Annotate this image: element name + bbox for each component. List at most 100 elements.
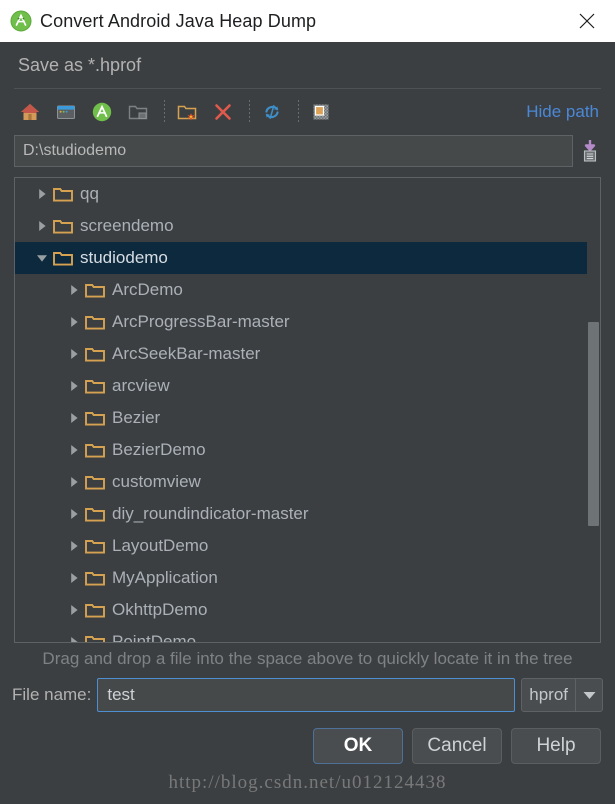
tree-row-label: LayoutDemo bbox=[112, 536, 209, 555]
tree-row[interactable]: OkhttpDemo bbox=[15, 594, 587, 626]
triangle-right-icon[interactable] bbox=[31, 220, 53, 232]
tree-row[interactable]: diy_roundindicator-master bbox=[15, 498, 587, 530]
path-input[interactable]: D:\studiodemo bbox=[14, 135, 573, 167]
tree-row[interactable]: LayoutDemo bbox=[15, 530, 587, 562]
directory-tree[interactable]: qq screendemo studiodemo ArcDemo ArcProgress… bbox=[14, 177, 601, 643]
folder-up-icon bbox=[127, 101, 149, 123]
folder-icon bbox=[85, 346, 105, 362]
tree-row-label: ArcSeekBar-master bbox=[112, 344, 261, 363]
triangle-down-icon[interactable] bbox=[31, 252, 53, 264]
delete-x-icon bbox=[212, 101, 234, 123]
tree-row-label: qq bbox=[80, 184, 99, 203]
folder-icon bbox=[85, 538, 105, 554]
path-row: D:\studiodemo bbox=[0, 135, 615, 167]
tree-rows: qq screendemo studiodemo ArcDemo ArcProgress… bbox=[15, 178, 587, 642]
toolbar-separator bbox=[249, 100, 250, 124]
tree-row-label: ArcDemo bbox=[112, 280, 183, 299]
tree-row-label: studiodemo bbox=[80, 248, 168, 267]
cancel-button[interactable]: Cancel bbox=[412, 728, 502, 764]
tree-row[interactable]: screendemo bbox=[15, 210, 587, 242]
tree-row-label: ArcProgressBar-master bbox=[112, 312, 290, 331]
toolbar-separator bbox=[164, 100, 165, 124]
folder-icon bbox=[85, 314, 105, 330]
tree-scrollbar-thumb[interactable] bbox=[588, 321, 599, 526]
tree-row-label: OkhttpDemo bbox=[112, 600, 208, 619]
triangle-right-icon[interactable] bbox=[63, 508, 85, 520]
tree-row[interactable]: Bezier bbox=[15, 402, 587, 434]
extension-value: hprof bbox=[529, 685, 568, 704]
folder-icon bbox=[53, 250, 73, 266]
triangle-right-icon[interactable] bbox=[63, 540, 85, 552]
hidden-files-button[interactable] bbox=[305, 96, 337, 128]
file-name-row: File name: test hprof bbox=[0, 677, 615, 713]
delete-button[interactable] bbox=[207, 96, 239, 128]
folder-icon bbox=[85, 378, 105, 394]
tree-row-label: diy_roundindicator-master bbox=[112, 504, 309, 523]
show-hidden-icon bbox=[310, 101, 332, 123]
triangle-right-icon[interactable] bbox=[63, 412, 85, 424]
folder-icon bbox=[85, 570, 105, 586]
tree-row[interactable]: ArcSeekBar-master bbox=[15, 338, 587, 370]
android-studio-icon bbox=[91, 101, 113, 123]
folder-icon bbox=[85, 506, 105, 522]
home-button[interactable] bbox=[14, 96, 46, 128]
chevron-down-icon[interactable] bbox=[576, 691, 602, 700]
triangle-right-icon[interactable] bbox=[63, 444, 85, 456]
triangle-right-icon[interactable] bbox=[63, 284, 85, 296]
folder-icon bbox=[85, 410, 105, 426]
triangle-right-icon[interactable] bbox=[63, 572, 85, 584]
folder-icon bbox=[53, 186, 73, 202]
tree-row[interactable]: arcview bbox=[15, 370, 587, 402]
title-bar: Convert Android Java Heap Dump bbox=[0, 0, 615, 42]
desktop-icon bbox=[55, 101, 77, 123]
triangle-right-icon[interactable] bbox=[63, 476, 85, 488]
tree-row-label: screendemo bbox=[80, 216, 174, 235]
triangle-right-icon[interactable] bbox=[63, 348, 85, 360]
tree-row-label: customview bbox=[112, 472, 201, 491]
toolbar-separator bbox=[298, 100, 299, 124]
folder-icon bbox=[53, 218, 73, 234]
tree-row-label: arcview bbox=[112, 376, 170, 395]
tree-row[interactable]: studiodemo bbox=[15, 242, 587, 274]
dialog-button-row: OK Cancel Help bbox=[0, 728, 615, 764]
file-chooser-dialog: Save as *.hprof Hide path D:\studiodemo … bbox=[0, 42, 615, 804]
folder-icon bbox=[85, 282, 105, 298]
tree-row[interactable]: BezierDemo bbox=[15, 434, 587, 466]
refresh-button[interactable] bbox=[256, 96, 288, 128]
home-icon bbox=[19, 101, 41, 123]
file-name-label: File name: bbox=[12, 685, 92, 704]
folder-icon bbox=[85, 602, 105, 618]
ok-button[interactable]: OK bbox=[313, 728, 403, 764]
triangle-right-icon[interactable] bbox=[31, 188, 53, 200]
tree-row[interactable]: customview bbox=[15, 466, 587, 498]
new-folder-button[interactable] bbox=[171, 96, 203, 128]
refresh-icon bbox=[261, 101, 283, 123]
folder-icon bbox=[85, 474, 105, 490]
dialog-subheader: Save as *.hprof bbox=[18, 54, 142, 75]
project-button[interactable] bbox=[86, 96, 118, 128]
tree-row[interactable]: ArcDemo bbox=[15, 274, 587, 306]
tree-row[interactable]: qq bbox=[15, 178, 587, 210]
paste-down-icon[interactable] bbox=[573, 135, 607, 167]
tree-scrollbar[interactable] bbox=[587, 178, 600, 642]
file-name-input[interactable]: test bbox=[97, 678, 516, 712]
up-folder-button[interactable] bbox=[122, 96, 154, 128]
extension-dropdown[interactable]: hprof bbox=[521, 678, 603, 712]
tree-row-label: PointDemo bbox=[112, 632, 197, 642]
tree-row[interactable]: MyApplication bbox=[15, 562, 587, 594]
help-button[interactable]: Help bbox=[511, 728, 601, 764]
tree-row-label: Bezier bbox=[112, 408, 161, 427]
file-chooser-toolbar: Hide path bbox=[0, 89, 615, 135]
tree-row[interactable]: PointDemo bbox=[15, 626, 587, 642]
desktop-button[interactable] bbox=[50, 96, 82, 128]
tree-row-label: BezierDemo bbox=[112, 440, 206, 459]
folder-icon bbox=[85, 634, 105, 642]
close-icon[interactable] bbox=[559, 0, 615, 42]
hide-path-link[interactable]: Hide path bbox=[526, 102, 601, 122]
tree-row-label: MyApplication bbox=[112, 568, 218, 587]
triangle-right-icon[interactable] bbox=[63, 636, 85, 642]
triangle-right-icon[interactable] bbox=[63, 380, 85, 392]
triangle-right-icon[interactable] bbox=[63, 316, 85, 328]
triangle-right-icon[interactable] bbox=[63, 604, 85, 616]
tree-row[interactable]: ArcProgressBar-master bbox=[15, 306, 587, 338]
